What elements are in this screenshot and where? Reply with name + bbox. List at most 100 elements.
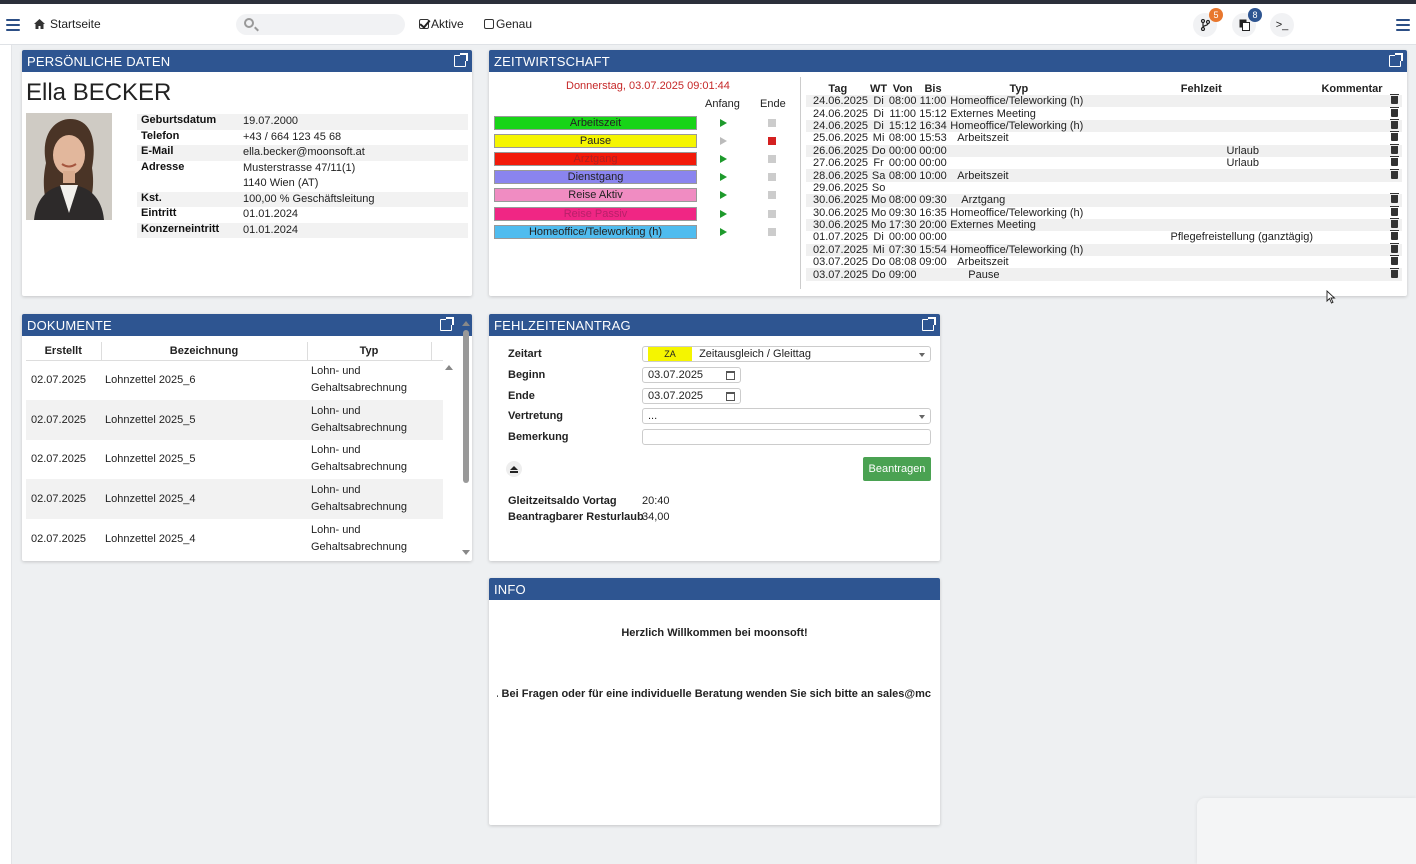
vertretung-select[interactable]: ... [642, 408, 931, 424]
table-row[interactable]: 30.06.2025 Mo 17:30 20:00 Externes Meeting [806, 218, 1402, 232]
table-row[interactable]: 01.07.2025 Di 00:00 00:00 Pflegefreistellung… [806, 230, 1402, 244]
cell-kommentar [1313, 95, 1391, 108]
calendar-icon[interactable] [726, 371, 735, 380]
chevron-down-icon [919, 415, 925, 419]
trash-icon[interactable] [1390, 143, 1399, 154]
trash-icon[interactable] [1390, 156, 1399, 167]
table-row[interactable]: 03.07.2025 Do 09:00 Pause [806, 267, 1402, 281]
table-row[interactable]: 29.06.2025 So [806, 182, 1402, 194]
table-row[interactable]: 30.06.2025 Mo 09:30 16:35 Homeoffice/Telewor… [806, 205, 1402, 219]
cell-bezeichnung: Lohnzettel 2025_4 [101, 479, 307, 520]
trash-icon[interactable] [1390, 168, 1399, 179]
cell-typ: Homeoffice/Teleworking (h) [948, 119, 1090, 133]
cell-fz [1090, 207, 1313, 219]
cell-tag: 30.06.2025 [806, 194, 870, 207]
trash-icon[interactable] [1390, 193, 1399, 204]
trash-icon[interactable] [1390, 131, 1399, 142]
cell-fz: Urlaub [1089, 144, 1314, 157]
cell-von: 07:30 [887, 243, 918, 257]
play-icon[interactable] [720, 209, 727, 218]
external-link-icon[interactable] [922, 317, 936, 331]
table-row[interactable]: 24.06.2025 Di 15:12 16:34 Homeoffice/Telewor… [806, 118, 1402, 133]
play-icon[interactable] [720, 119, 727, 127]
stop-icon[interactable] [768, 173, 776, 182]
bemerkung-input[interactable] [642, 429, 931, 445]
table-row[interactable]: 25.06.2025 Mi 08:00 15:53 Arbeitszeit [806, 131, 1402, 144]
stop-icon[interactable] [768, 191, 776, 200]
cell-wt: Sa [869, 169, 888, 182]
submit-button[interactable]: Beantragen [863, 457, 931, 481]
table-row[interactable]: 02.07.2025 Lohnzettel 2025_5 Lohn- und Geha… [26, 440, 443, 480]
time-type-5[interactable]: Reise Aktiv [494, 188, 697, 203]
scrollbar[interactable] [460, 318, 472, 558]
upload-icon[interactable] [506, 461, 522, 477]
cell-fz [1090, 182, 1313, 194]
documents-button[interactable]: 8 [1232, 8, 1262, 37]
stop-icon[interactable] [768, 155, 776, 164]
play-icon[interactable] [720, 155, 727, 164]
trash-icon[interactable] [1390, 255, 1399, 266]
time-type-3[interactable]: Arztgang [494, 152, 697, 167]
cell-tag: 26.06.2025 [806, 144, 870, 157]
time-entries-table: Tag WT Von Bis Typ Fehlzeit Kommentar 24… [806, 82, 1402, 281]
bemerkung-label: Bemerkung [508, 431, 569, 443]
play-icon[interactable] [720, 137, 727, 146]
aktive-checkbox[interactable]: Aktive [419, 17, 464, 31]
trash-icon[interactable] [1390, 106, 1399, 117]
play-icon[interactable] [720, 191, 727, 200]
table-row[interactable]: 28.06.2025 Sa 08:00 10:00 Arbeitszeit [806, 168, 1402, 182]
time-type-6[interactable]: Reise Passiv [494, 206, 697, 221]
time-type-1[interactable]: Arbeitszeit [494, 116, 697, 130]
stop-icon[interactable] [768, 137, 776, 146]
ende-date-input[interactable]: 03.07.2025 [642, 388, 741, 404]
calendar-icon[interactable] [726, 392, 735, 401]
stop-icon[interactable] [768, 209, 776, 218]
stop-icon[interactable] [768, 227, 776, 236]
cell-tag: 01.07.2025 [813, 231, 869, 244]
col-von: Von [892, 82, 913, 95]
external-link-icon[interactable] [440, 317, 454, 331]
table-row[interactable]: 30.06.2025 Mo 08:00 09:30 Arztgang [806, 193, 1402, 207]
scroll-up-icon[interactable] [444, 363, 454, 371]
trash-icon[interactable] [1390, 230, 1399, 241]
play-icon[interactable] [720, 227, 727, 236]
cell-fz [1089, 218, 1314, 232]
search-input[interactable] [236, 14, 405, 35]
menu-icon[interactable] [6, 19, 20, 31]
table-row[interactable]: 02.07.2025 Lohnzettel 2025_4 Lohn- und Geha… [26, 519, 443, 559]
time-type-2[interactable]: Pause [494, 134, 697, 149]
trash-icon[interactable] [1390, 218, 1399, 229]
cell-typ [948, 182, 1089, 194]
table-row[interactable]: 02.07.2025 Lohnzettel 2025_6 Lohn- und Geha… [26, 360, 443, 400]
trash-icon[interactable] [1390, 94, 1399, 105]
zeitart-select[interactable]: ZA Zeitausgleich / Gleittag [642, 346, 931, 362]
table-row[interactable]: 27.06.2025 Fr 00:00 00:00 Urlaub [806, 156, 1402, 169]
table-row[interactable]: 02.07.2025 Lohnzettel 2025_4 Lohn- und Geha… [26, 479, 443, 520]
cell-bis: 09:00 [919, 256, 947, 269]
saldo-label: Gleitzeitsaldo Vortag [508, 495, 617, 507]
table-row[interactable]: 24.06.2025 Di 08:00 11:00 Homeoffice/Telewor… [806, 94, 1402, 108]
play-icon[interactable] [720, 173, 727, 182]
external-link-icon[interactable] [454, 53, 468, 67]
table-row[interactable]: 02.07.2025 Lohnzettel 2025_5 Lohn- und Geha… [26, 399, 443, 440]
beginn-date-input[interactable]: 03.07.2025 [642, 367, 741, 383]
trash-icon[interactable] [1390, 205, 1399, 216]
trash-icon[interactable] [1390, 242, 1399, 253]
home-link[interactable]: Startseite [34, 17, 101, 31]
table-row[interactable]: 26.06.2025 Do 00:00 00:00 Urlaub [806, 143, 1402, 157]
cell-tag: 03.07.2025 [813, 256, 869, 269]
right-menu-icon[interactable] [1396, 19, 1410, 31]
external-link-icon[interactable] [1389, 53, 1403, 67]
branch-button[interactable]: 5 [1193, 8, 1223, 37]
trash-icon[interactable] [1390, 118, 1399, 129]
table-row[interactable]: 24.06.2025 Di 11:00 15:12 Externes Meeting [806, 106, 1402, 120]
stop-icon[interactable] [768, 119, 776, 127]
table-row[interactable]: 03.07.2025 Do 08:08 09:00 Arbeitszeit [806, 255, 1402, 269]
time-type-7[interactable]: Homeoffice/Teleworking (h) [494, 224, 697, 239]
cell-kommentar [1313, 144, 1391, 157]
console-button[interactable]: >_ [1270, 13, 1294, 37]
table-row[interactable]: 02.07.2025 Mi 07:30 15:54 Homeoffice/Telewor… [806, 242, 1402, 257]
genau-checkbox[interactable]: Genau [484, 17, 532, 31]
time-type-4[interactable]: Dienstgang [494, 170, 697, 185]
trash-icon[interactable] [1390, 267, 1399, 278]
